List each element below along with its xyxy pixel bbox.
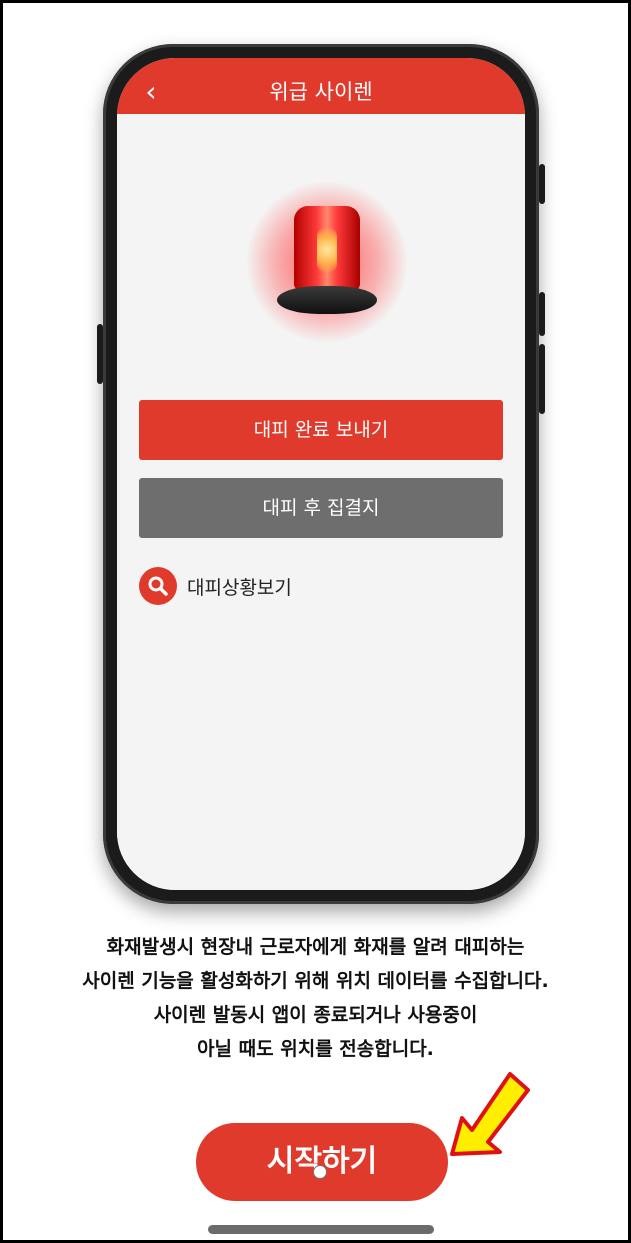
send-evacuation-complete-button[interactable]: 대피 완료 보내기 <box>139 400 503 460</box>
description-line: 아닐 때도 위치를 전송합니다. <box>197 1038 434 1060</box>
assembly-point-button[interactable]: 대피 후 집결지 <box>139 478 503 538</box>
search-icon <box>139 567 177 605</box>
status-link-label: 대피상황보기 <box>187 576 292 599</box>
siren-icon <box>247 182 407 342</box>
page-title: 위급 사이렌 <box>269 80 373 104</box>
home-indicator[interactable] <box>208 1225 434 1234</box>
tap-indicator <box>313 1165 327 1179</box>
view-evacuation-status-link[interactable]: 대피상황보기 <box>139 566 292 606</box>
phone-side-button <box>539 292 545 336</box>
phone-side-button <box>539 164 545 204</box>
phone-side-button <box>97 324 103 384</box>
app-content: 대피 완료 보내기 대피 후 집결지 대피상황보기 <box>117 114 525 890</box>
description-line: 사이렌 기능을 활성화하기 위해 위치 데이터를 수집합니다. <box>82 970 549 992</box>
description-line: 사이렌 발동시 앱이 종료되거나 사용중이 <box>153 1004 478 1026</box>
start-button[interactable]: 시작하기 <box>196 1123 448 1201</box>
phone-mockup: ‹ 위급 사이렌 대피 완료 보내기 대피 후 집결지 대피상황보기 <box>97 44 545 904</box>
phone-screen: ‹ 위급 사이렌 대피 완료 보내기 대피 후 집결지 대피상황보기 <box>117 58 525 890</box>
pointer-arrow-icon <box>450 1072 530 1156</box>
permission-description: 화재발생시 현장내 근로자에게 화재를 알려 대피하는 사이렌 기능을 활성화하… <box>20 930 611 1066</box>
phone-side-button <box>539 344 545 414</box>
description-line: 화재발생시 현장내 근로자에게 화재를 알려 대피하는 <box>106 936 525 958</box>
